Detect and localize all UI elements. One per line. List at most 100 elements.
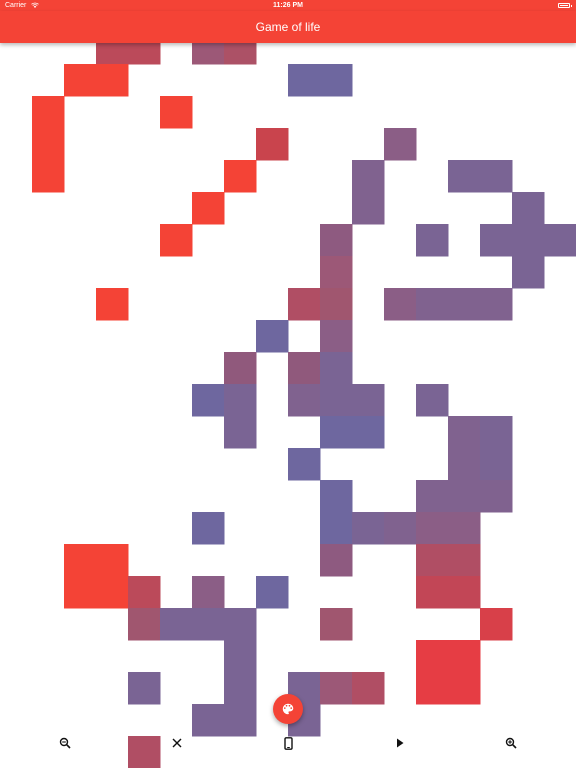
grid-cell[interactable]	[448, 416, 481, 449]
grid-cell[interactable]	[448, 672, 481, 705]
grid-cell[interactable]	[416, 512, 449, 545]
grid-cell[interactable]	[416, 576, 449, 609]
grid-cell[interactable]	[384, 128, 417, 161]
grid-cell[interactable]	[416, 288, 449, 321]
clear-button[interactable]	[166, 733, 188, 753]
grid-cell[interactable]	[448, 544, 481, 577]
grid-cell[interactable]	[512, 192, 545, 225]
grid-cell[interactable]	[448, 160, 481, 193]
grid-cell[interactable]	[224, 672, 257, 705]
game-grid[interactable]	[0, 0, 576, 768]
grid-cell[interactable]	[544, 224, 576, 257]
grid-cell[interactable]	[320, 224, 353, 257]
grid-cell[interactable]	[288, 352, 321, 385]
phone-icon	[283, 736, 293, 750]
grid-cell[interactable]	[288, 64, 321, 97]
grid-cell[interactable]	[352, 160, 385, 193]
grid-cell[interactable]	[64, 64, 97, 97]
grid-cell[interactable]	[96, 288, 129, 321]
grid-cell[interactable]	[352, 192, 385, 225]
grid-cell[interactable]	[320, 256, 353, 289]
grid-cell[interactable]	[320, 480, 353, 513]
grid-cell[interactable]	[352, 512, 385, 545]
grid-cell[interactable]	[480, 448, 513, 481]
grid-cell[interactable]	[224, 160, 257, 193]
grid-cell[interactable]	[256, 320, 289, 353]
grid-cell[interactable]	[320, 672, 353, 705]
grid-cell[interactable]	[480, 160, 513, 193]
grid-cell[interactable]	[320, 320, 353, 353]
grid-cell[interactable]	[480, 480, 513, 513]
grid-cell[interactable]	[160, 224, 193, 257]
grid-cell[interactable]	[128, 608, 161, 641]
grid-cell[interactable]	[32, 160, 65, 193]
palette-button[interactable]	[273, 694, 303, 724]
grid-cell[interactable]	[416, 384, 449, 417]
grid-cell[interactable]	[416, 544, 449, 577]
grid-cell[interactable]	[416, 480, 449, 513]
close-icon	[172, 738, 182, 748]
grid-cell[interactable]	[128, 672, 161, 705]
grid-cell[interactable]	[320, 416, 353, 449]
grid-cell[interactable]	[480, 416, 513, 449]
grid-cell[interactable]	[448, 640, 481, 673]
grid-cell[interactable]	[416, 224, 449, 257]
grid-cell[interactable]	[96, 64, 129, 97]
device-button[interactable]	[277, 733, 299, 753]
zoom-in-icon	[505, 737, 517, 749]
grid-cell[interactable]	[416, 640, 449, 673]
grid-cell[interactable]	[160, 608, 193, 641]
grid-cell[interactable]	[320, 608, 353, 641]
grid-cell[interactable]	[288, 384, 321, 417]
grid-cell[interactable]	[448, 480, 481, 513]
grid-cell[interactable]	[256, 576, 289, 609]
grid-cell[interactable]	[224, 416, 257, 449]
grid-cell[interactable]	[96, 576, 129, 609]
grid-cell[interactable]	[192, 576, 225, 609]
grid-cell[interactable]	[192, 384, 225, 417]
grid-cell[interactable]	[448, 512, 481, 545]
app-bar: Game of life	[0, 11, 576, 43]
grid-cell[interactable]	[192, 512, 225, 545]
grid-cell[interactable]	[224, 608, 257, 641]
grid-cell[interactable]	[224, 384, 257, 417]
zoom-in-button[interactable]	[500, 733, 522, 753]
grid-cell[interactable]	[32, 128, 65, 161]
grid-cell[interactable]	[192, 192, 225, 225]
play-button[interactable]	[389, 733, 411, 753]
grid-cell[interactable]	[448, 288, 481, 321]
grid-cell[interactable]	[512, 256, 545, 289]
grid-cell[interactable]	[512, 224, 545, 257]
grid-cell[interactable]	[352, 672, 385, 705]
grid-cell[interactable]	[320, 64, 353, 97]
grid-cell[interactable]	[64, 576, 97, 609]
grid-cell[interactable]	[224, 352, 257, 385]
grid-cell[interactable]	[352, 416, 385, 449]
grid-cell[interactable]	[160, 96, 193, 129]
grid-cell[interactable]	[320, 512, 353, 545]
grid-cell[interactable]	[320, 384, 353, 417]
grid-cell[interactable]	[320, 288, 353, 321]
grid-cell[interactable]	[320, 544, 353, 577]
grid-cell[interactable]	[320, 352, 353, 385]
grid-cell[interactable]	[288, 448, 321, 481]
grid-cell[interactable]	[416, 672, 449, 705]
grid-cell[interactable]	[64, 544, 97, 577]
grid-cell[interactable]	[448, 448, 481, 481]
zoom-out-button[interactable]	[54, 733, 76, 753]
grid-cell[interactable]	[96, 544, 129, 577]
grid-cell[interactable]	[192, 608, 225, 641]
grid-cell[interactable]	[480, 608, 513, 641]
grid-cell[interactable]	[480, 224, 513, 257]
grid-cell[interactable]	[384, 512, 417, 545]
grid-cell[interactable]	[224, 640, 257, 673]
grid-cell[interactable]	[288, 288, 321, 321]
grid-cell[interactable]	[32, 96, 65, 129]
grid-cell[interactable]	[384, 288, 417, 321]
grid-cell[interactable]	[448, 576, 481, 609]
grid-cell[interactable]	[352, 384, 385, 417]
grid-cell[interactable]	[128, 576, 161, 609]
grid-cell[interactable]	[256, 128, 289, 161]
zoom-out-icon	[59, 737, 71, 749]
grid-cell[interactable]	[480, 288, 513, 321]
